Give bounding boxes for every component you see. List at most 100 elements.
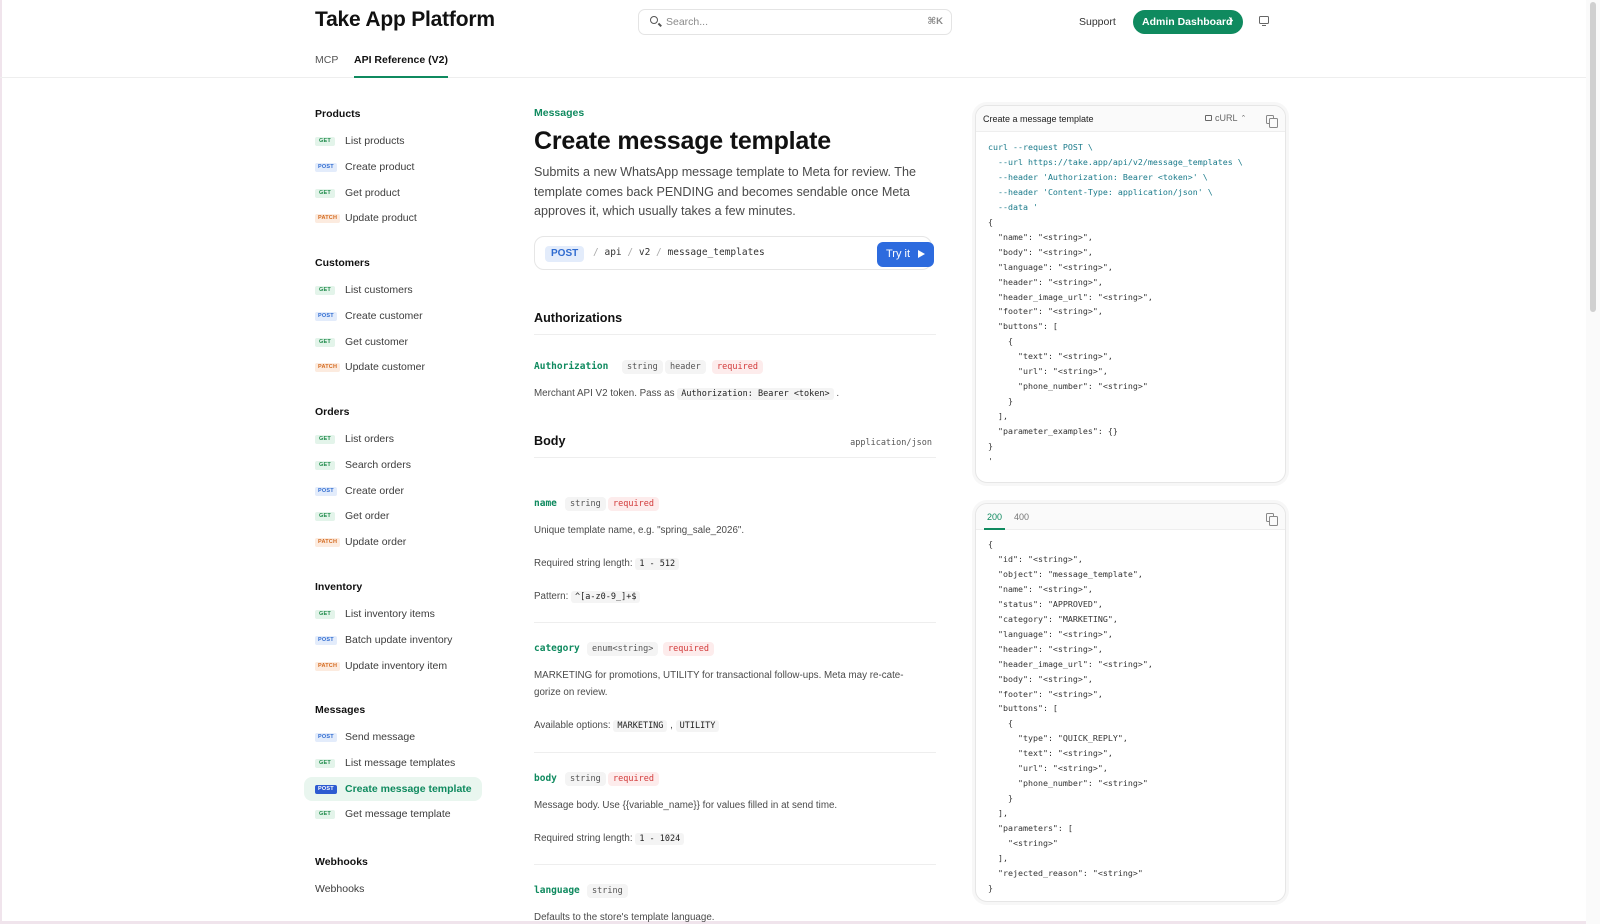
sidebar-item-label: List orders xyxy=(345,433,395,445)
authorization-description: Merchant API V2 token. Pass as Authoriza… xyxy=(534,388,840,400)
method-badge: POST xyxy=(315,486,337,496)
method-badge: GET xyxy=(315,435,335,444)
method-badge: GET xyxy=(315,188,335,198)
brand-title[interactable]: Take App Platform xyxy=(315,8,495,32)
endpoint-method-badge: POST xyxy=(545,246,585,262)
breadcrumb[interactable]: Messages xyxy=(534,107,584,119)
search-shortcut: ⌘K xyxy=(927,16,943,27)
endpoint-path: / api / v2 / message_templates xyxy=(593,247,765,258)
request-code-block: curl --request POST \ --url https://take… xyxy=(988,142,1243,467)
sidebar-item-batch-update-inventory[interactable]: POST Batch update inventory xyxy=(304,628,482,652)
request-example-panel: Create a message template cURL ⌃ curl --r… xyxy=(975,105,1286,483)
sidebar-item-list-inventory-items[interactable]: GET List inventory items xyxy=(304,602,482,626)
param-type-tag: string xyxy=(587,884,628,898)
sidebar-group-title: Messages xyxy=(315,704,366,716)
param-language-name[interactable]: language xyxy=(534,885,580,896)
response-code-block: { "id": "<string>", "object": "message_t… xyxy=(988,539,1153,893)
param-authorization-name[interactable]: Authorization xyxy=(534,361,608,372)
param-description: Message body. Use {{variable_name}} for … xyxy=(534,800,838,811)
tab-api-reference[interactable]: API Reference (V2) xyxy=(354,54,448,78)
method-badge: POST xyxy=(315,733,337,742)
param-body-name[interactable]: body xyxy=(534,773,557,784)
sidebar-item-create-order[interactable]: POST Create order xyxy=(304,479,482,503)
sidebar-item-send-message[interactable]: POST Send message xyxy=(304,725,482,749)
language-selector[interactable]: cURL ⌃ xyxy=(1205,113,1246,123)
sidebar-item-label: Get customer xyxy=(345,335,409,348)
sidebar-group-title: Orders xyxy=(315,406,350,418)
sidebar-item-update-customer[interactable]: PATCH Update customer xyxy=(304,355,482,379)
copy-icon[interactable] xyxy=(1266,513,1278,526)
sidebar-item-get-order[interactable]: GET Get order xyxy=(304,504,482,528)
scrollbar-thumb[interactable] xyxy=(1590,2,1596,312)
sidebar-item-list-products[interactable]: GET List products xyxy=(304,129,482,153)
divider xyxy=(534,334,936,335)
sidebar-item-label: Update product xyxy=(345,212,417,225)
sidebar-item-label: Update customer xyxy=(345,361,425,374)
copy-icon[interactable] xyxy=(1266,115,1278,128)
top-bar: Take App Platform Search... ⌘K Support A… xyxy=(0,0,1586,78)
divider xyxy=(534,864,936,865)
method-badge: PATCH xyxy=(315,363,341,373)
sidebar-group-title: Customers xyxy=(315,257,370,269)
response-example-panel: 200 400 { "id": "<string>", "object": "m… xyxy=(975,503,1286,902)
sidebar-item-label: List message templates xyxy=(345,756,456,769)
method-badge: PATCH xyxy=(315,214,341,224)
search-placeholder: Search... xyxy=(666,16,709,28)
param-category-name[interactable]: category xyxy=(534,643,580,654)
method-badge: PATCH xyxy=(315,538,341,548)
sidebar-item-list-orders[interactable]: GET List orders xyxy=(304,427,482,451)
chevron-updown-icon: ⌃ xyxy=(1240,115,1247,122)
tab-mcp[interactable]: MCP xyxy=(315,54,338,78)
method-badge: GET xyxy=(315,512,335,522)
sidebar-item-label: Create customer xyxy=(345,309,423,322)
try-it-button[interactable]: Try it xyxy=(877,242,934,267)
sidebar-item-create-message-template[interactable]: POST Create message template xyxy=(304,776,482,801)
page-title: Create message template xyxy=(534,127,831,155)
param-name-name[interactable]: name xyxy=(534,498,557,509)
sidebar-item-get-message-template[interactable]: GET Get message template xyxy=(304,802,482,826)
sidebar-item-label: Create order xyxy=(345,484,404,497)
param-pattern: Pattern: ^[a-z0-9_]+$ xyxy=(534,589,936,606)
tab-response-200[interactable]: 200 xyxy=(983,512,1006,530)
play-icon xyxy=(918,250,925,258)
method-badge: PATCH xyxy=(315,661,341,671)
sidebar-item-search-orders[interactable]: GET Search orders xyxy=(304,453,482,477)
divider xyxy=(534,457,936,458)
sidebar-item-list-message-templates[interactable]: GET List message templates xyxy=(304,751,482,775)
method-badge: POST xyxy=(315,635,337,645)
support-link[interactable]: Support xyxy=(1079,16,1116,28)
search-input[interactable]: Search... ⌘K xyxy=(638,9,952,35)
sidebar-item-label: List products xyxy=(345,135,405,147)
admin-dashboard-label: Admin Dashboard xyxy=(1142,16,1233,28)
sidebar-group-title: Products xyxy=(315,108,361,120)
sidebar-item-webhooks[interactable]: Webhooks xyxy=(304,877,482,901)
sidebar-item-label: Batch update inventory xyxy=(345,633,453,646)
tab-response-400[interactable]: 400 xyxy=(1014,512,1029,530)
method-badge: POST xyxy=(315,784,337,794)
sidebar-item-update-order[interactable]: PATCH Update order xyxy=(304,530,482,554)
sidebar-item-label: Create product xyxy=(345,160,415,173)
required-tag: required xyxy=(712,360,763,374)
sidebar-item-create-product[interactable]: POST Create product xyxy=(304,155,482,179)
sidebar-item-label: Get product xyxy=(345,186,400,199)
param-type-tag: enum<string> xyxy=(587,642,659,656)
sidebar-item-label: Get order xyxy=(345,510,390,523)
sidebar-item-create-customer[interactable]: POST Create customer xyxy=(304,304,482,328)
sidebar-item-get-product[interactable]: GET Get product xyxy=(304,181,482,205)
sidebar-item-list-customers[interactable]: GET List customers xyxy=(304,278,482,302)
sidebar-item-update-product[interactable]: PATCH Update product xyxy=(304,206,482,230)
admin-dashboard-button[interactable]: Admin Dashboard xyxy=(1133,10,1243,34)
sidebar-item-get-customer[interactable]: GET Get customer xyxy=(304,330,482,354)
param-description: Defaults to the store's template languag… xyxy=(534,912,715,923)
sidebar-item-update-inventory-item[interactable]: PATCH Update inventory item xyxy=(304,654,482,678)
try-it-label: Try it xyxy=(886,248,911,260)
content-type-label: application/json xyxy=(850,438,932,448)
monitor-icon[interactable] xyxy=(1259,16,1269,27)
method-badge: GET xyxy=(315,460,335,470)
scrollbar[interactable] xyxy=(1586,0,1600,924)
param-type-tag: string xyxy=(622,360,663,374)
required-tag: required xyxy=(608,772,659,786)
sidebar-item-label: List customers xyxy=(345,284,413,296)
sidebar-item-label: Search orders xyxy=(345,458,411,471)
method-badge: GET xyxy=(315,137,335,146)
